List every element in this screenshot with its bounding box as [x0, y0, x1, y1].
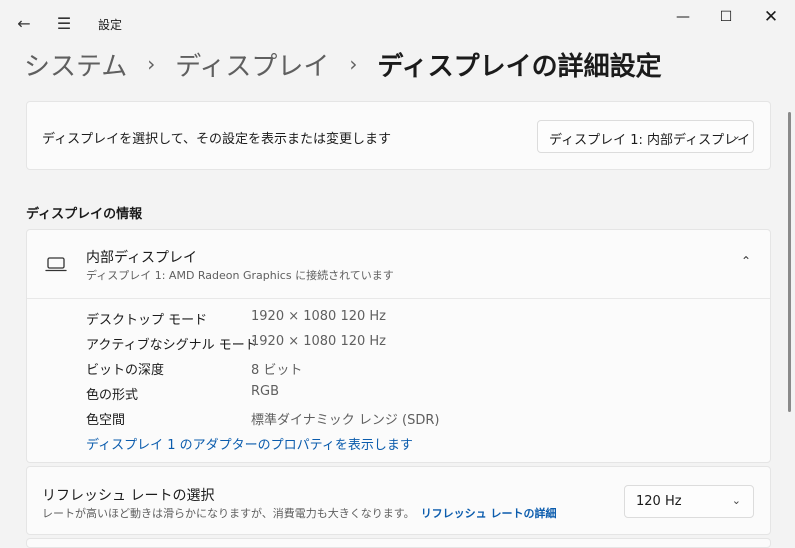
- minimize-icon[interactable]: —: [672, 6, 694, 28]
- property-label: 色空間: [86, 413, 126, 428]
- display-select-label: ディスプレイを選択して、その設定を表示または変更します: [42, 132, 392, 147]
- chevron-up-icon[interactable]: ⌃: [735, 254, 757, 274]
- chevron-down-icon: ⌄: [731, 494, 741, 507]
- maximize-icon[interactable]: ☐: [715, 6, 737, 28]
- breadcrumb-item-display[interactable]: ディスプレイ: [175, 46, 329, 83]
- refresh-rate-card: リフレッシュ レートの選択 レートが高いほど動きは滑らかになりますが、消費電力も…: [26, 466, 771, 535]
- display-info-subtitle: ディスプレイ 1: AMD Radeon Graphics に接続されています: [86, 269, 394, 282]
- display-info-card: 内部ディスプレイ ディスプレイ 1: AMD Radeon Graphics に…: [26, 229, 771, 463]
- next-setting-card: [26, 538, 771, 548]
- display-select-card: ディスプレイを選択して、その設定を表示または変更します ディスプレイ 1: 内部…: [26, 101, 771, 170]
- app-title: 設定: [98, 18, 123, 32]
- chevron-down-icon: ⌄: [731, 129, 741, 142]
- property-value: 標準ダイナミック レンジ (SDR): [251, 413, 440, 428]
- display-select-dropdown[interactable]: ディスプレイ 1: 内部ディスプレイ ⌄: [537, 120, 754, 153]
- refresh-rate-details-link[interactable]: リフレッシュ レートの詳細: [421, 507, 557, 520]
- refresh-rate-dropdown[interactable]: 120 Hz ⌄: [624, 485, 754, 518]
- property-label: ビットの深度: [86, 363, 165, 378]
- property-label: 色の形式: [86, 388, 139, 403]
- refresh-rate-value: 120 Hz: [636, 494, 682, 509]
- page-title: ディスプレイの詳細設定: [377, 51, 662, 82]
- breadcrumb: システム › ディスプレイ › ディスプレイの詳細設定: [24, 46, 662, 82]
- property-value: 1920 × 1080 120 Hz: [251, 309, 387, 324]
- hamburger-menu-icon[interactable]: ☰: [54, 14, 74, 34]
- scrollbar[interactable]: [788, 112, 791, 412]
- back-arrow-icon[interactable]: ←: [14, 14, 34, 34]
- property-value: RGB: [251, 384, 280, 399]
- property-label: アクティブなシグナル モード: [86, 338, 258, 353]
- refresh-rate-description: レートが高いほど動きは滑らかになりますが、消費電力も大きくなります。: [42, 507, 415, 520]
- property-label: デスクトップ モード: [86, 313, 208, 328]
- property-value: 8 ビット: [251, 363, 303, 378]
- breadcrumb-separator-icon: ›: [147, 52, 156, 76]
- refresh-rate-title: リフレッシュ レートの選択: [42, 488, 215, 504]
- close-icon[interactable]: ✕: [760, 6, 782, 28]
- display-info-header[interactable]: 内部ディスプレイ ディスプレイ 1: AMD Radeon Graphics に…: [27, 230, 770, 299]
- adapter-properties-link[interactable]: ディスプレイ 1 のアダプターのプロパティを表示します: [86, 434, 413, 453]
- title-bar: ← ☰ 設定 — ☐ ✕: [0, 0, 795, 44]
- breadcrumb-item-system[interactable]: システム: [24, 46, 127, 83]
- display-info-title: 内部ディスプレイ: [86, 250, 198, 266]
- section-title-display-info: ディスプレイの情報: [26, 207, 143, 222]
- laptop-icon: [45, 257, 67, 272]
- display-select-value: ディスプレイ 1: 内部ディスプレイ: [549, 133, 751, 148]
- property-value: 1920 × 1080 120 Hz: [251, 334, 387, 349]
- breadcrumb-separator-icon: ›: [349, 52, 358, 76]
- refresh-rate-description-line: レートが高いほど動きは滑らかになりますが、消費電力も大きくなります。 リフレッシュ…: [42, 505, 557, 521]
